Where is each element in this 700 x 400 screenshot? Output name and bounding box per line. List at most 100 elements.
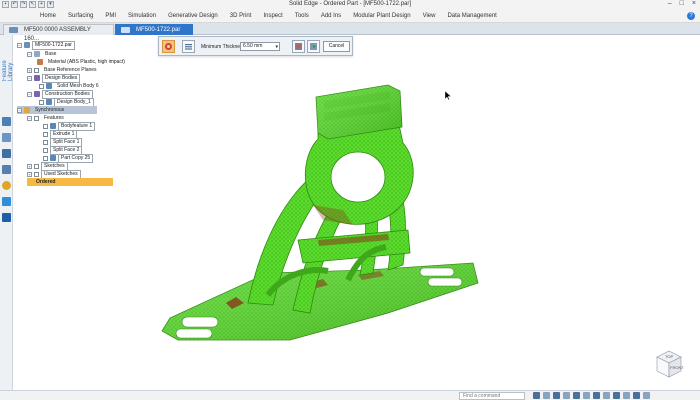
zoom-area-icon[interactable] (613, 392, 620, 399)
doc-tab-part[interactable]: MF500-1722.par × (115, 24, 193, 42)
visibility-checkbox[interactable] (39, 83, 44, 89)
tab-tools[interactable]: Tools (295, 13, 309, 19)
command-finder-input[interactable]: Find a command (459, 392, 525, 400)
tab-surfacing[interactable]: Surfacing (68, 13, 93, 19)
appearance-icon[interactable] (623, 392, 630, 399)
ordered-label: Ordered (36, 178, 56, 185)
folder-icon (34, 51, 40, 57)
help-icon[interactable]: ? (687, 12, 695, 20)
visibility-checkbox[interactable] (43, 139, 48, 145)
view-cube-front-label: FRONT (670, 365, 684, 370)
visibility-checkbox[interactable] (34, 171, 39, 177)
shading-icon[interactable] (583, 392, 590, 399)
minimum-thickness-input[interactable]: 6.50 mm ▾ (240, 42, 280, 51)
options-icon (185, 44, 192, 50)
rotate-icon[interactable] (563, 392, 570, 399)
visibility-checkbox[interactable] (34, 67, 39, 73)
ring-clamp (304, 119, 414, 225)
part-copy-icon (50, 155, 56, 161)
tree-icon[interactable] (2, 197, 11, 206)
status-bar: Find a command (0, 390, 700, 400)
bodies-icon (34, 91, 40, 97)
tree-item-part[interactable]: − MF500-1722.par (17, 40, 75, 50)
thickness-command-bar: Minimum Thickness: 6.50 mm ▾ Cancel (158, 36, 353, 56)
mouse-cursor-icon (445, 91, 451, 100)
visibility-checkbox[interactable] (43, 131, 48, 137)
thickness-analysis-button[interactable] (162, 40, 175, 53)
collapse-toggle[interactable]: − (17, 42, 22, 48)
fit-icon[interactable] (533, 392, 540, 399)
tab-simulation[interactable]: Simulation (128, 13, 156, 19)
graphics-viewport[interactable] (118, 35, 700, 390)
doc-tab-label: MF500-1722.par (136, 27, 181, 33)
bodies-icon (34, 75, 40, 81)
library-icon[interactable] (2, 165, 11, 174)
collapse-toggle[interactable]: − (27, 115, 32, 121)
camera-icon[interactable] (633, 392, 640, 399)
part-file-icon (121, 27, 130, 33)
part-name: MF500-1722.par (32, 40, 75, 50)
feature-tree: − MF500-1722.par − Base Material (ABS Pl… (13, 35, 125, 186)
base-plate (161, 262, 479, 341)
tab-3d-print[interactable]: 3D Print (230, 13, 252, 19)
title-bar: ▪ ↶ ↷ ↖ + ▾ Solid Edge - Ordered Part - … (0, 0, 700, 10)
collapse-toggle[interactable]: − (17, 107, 22, 113)
collapse-toggle[interactable]: − (27, 75, 32, 81)
file-icon[interactable] (2, 213, 11, 222)
part-model-render (161, 84, 479, 341)
assembly-file-icon (9, 27, 18, 33)
window-controls: – □ × (668, 0, 696, 7)
preview-icon (310, 43, 317, 50)
visibility-checkbox[interactable] (39, 99, 44, 105)
body-icon (46, 99, 52, 105)
status-icons (533, 392, 650, 399)
visibility-checkbox[interactable] (34, 115, 39, 121)
tab-home[interactable]: Home (40, 13, 56, 19)
tree-item-ordered[interactable]: Ordered (27, 178, 113, 186)
view-cube-top-label: TOP (665, 354, 673, 359)
mesh-body-icon (46, 83, 52, 89)
zoom-icon[interactable] (543, 392, 550, 399)
chevron-down-icon[interactable]: ▾ (275, 44, 278, 51)
view-cube[interactable]: TOP FRONT (651, 345, 687, 381)
accept-button[interactable] (292, 40, 305, 53)
tab-generative-design[interactable]: Generative Design (168, 13, 218, 19)
close-icon[interactable]: × (692, 0, 696, 7)
display-icon[interactable] (593, 392, 600, 399)
doc-tab-assembly[interactable]: MF500 0000 ASSEMBLY 160... (3, 24, 114, 42)
ribbon-tabs: Home Surfacing PMI Simulation Generative… (40, 13, 497, 19)
ribbon: Home Surfacing PMI Simulation Generative… (0, 10, 700, 23)
tab-modular-plant-design[interactable]: Modular Plant Design (353, 13, 410, 19)
tab-pmi[interactable]: PMI (105, 13, 116, 19)
window-title: Solid Edge - Ordered Part - [MF500-1722.… (288, 1, 412, 7)
expand-toggle[interactable]: + (27, 171, 32, 177)
visibility-checkbox[interactable] (43, 147, 48, 153)
options-button[interactable] (182, 40, 195, 53)
visibility-checkbox[interactable] (43, 123, 48, 129)
tab-data-management[interactable]: Data Management (447, 13, 496, 19)
tab-add-ins[interactable]: Add Ins (321, 13, 341, 19)
expand-toggle[interactable]: + (27, 67, 32, 73)
tab-view[interactable]: View (423, 13, 436, 19)
sensors-icon[interactable] (2, 149, 11, 158)
section-icon[interactable] (603, 392, 610, 399)
preview-button[interactable] (307, 40, 320, 53)
visibility-checkbox[interactable] (34, 163, 39, 169)
expand-toggle[interactable]: + (27, 163, 32, 169)
key-icon[interactable] (2, 181, 11, 190)
collapse-toggle[interactable]: − (27, 51, 32, 57)
pan-icon[interactable] (553, 392, 560, 399)
minimize-icon[interactable]: – (668, 0, 672, 7)
pathfinder-icon[interactable] (2, 117, 11, 126)
layers-icon[interactable] (2, 133, 11, 142)
part-icon (24, 42, 30, 48)
fullscreen-icon[interactable] (643, 392, 650, 399)
view-orient-icon[interactable] (573, 392, 580, 399)
visibility-checkbox[interactable] (43, 155, 48, 161)
document-tabs: MF500 0000 ASSEMBLY 160... MF500-1722.pa… (0, 23, 700, 42)
collapse-toggle[interactable]: − (27, 91, 32, 97)
cancel-button[interactable]: Cancel (323, 41, 350, 52)
feature-library-label[interactable]: Feature Library (2, 41, 14, 81)
tab-inspect[interactable]: Inspect (263, 13, 282, 19)
maximize-icon[interactable]: □ (680, 0, 684, 7)
